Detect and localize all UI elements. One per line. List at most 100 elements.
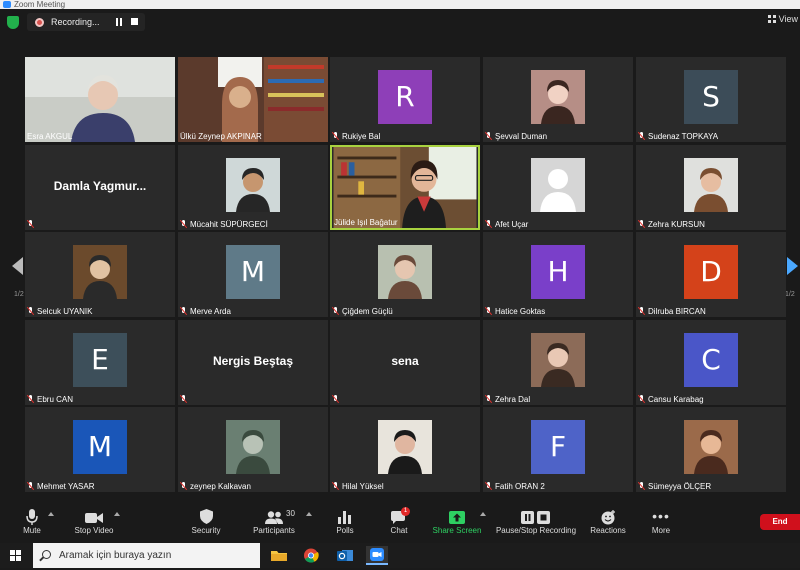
muted-microphone-icon [27,220,34,228]
participant-tile[interactable]: Mücahit SÜPÜRGECİ [178,145,328,230]
pause-recording-icon[interactable] [115,18,123,26]
participant-tile[interactable]: M Mehmet YASAR [25,407,175,492]
participant-avatar: M [226,245,280,299]
security-button[interactable]: Security [186,509,226,541]
window-title: Zoom Meeting [14,0,66,9]
participant-tile[interactable]: C Cansu Karabag [636,320,786,405]
participant-profile-photo [73,245,127,299]
participant-tile[interactable]: R Rukiye Bal [330,57,480,142]
participant-name-label: Dilruba BIRCAN [638,307,706,316]
recording-label: Recording... [51,17,100,27]
participant-name: Esra AKGUL [27,132,73,141]
share-screen-icon [449,511,465,524]
muted-microphone-icon [180,307,187,315]
participant-display-name: Damla Yagmur... [53,179,147,193]
chrome-icon[interactable] [300,546,322,565]
windows-start-icon[interactable] [10,550,21,561]
zoom-taskbar-icon[interactable] [366,546,388,565]
participant-name: Zehra KURSUN [648,220,705,229]
reactions-button[interactable]: Reactions [588,509,628,541]
audio-options-caret-icon[interactable] [48,512,54,516]
muted-microphone-icon [638,132,645,140]
participant-tile[interactable]: Esra AKGUL [25,57,175,142]
participant-name-label: Sümeyya ÖLÇER [638,482,711,491]
chat-button[interactable]: 1 Chat [384,507,414,541]
participant-tile[interactable]: Damla Yagmur... [25,145,175,230]
participant-tile[interactable]: Şevval Duman [483,57,633,142]
view-button[interactable]: View [767,14,798,24]
participant-tile[interactable]: E Ebru CAN [25,320,175,405]
search-icon [42,550,51,559]
participant-tile[interactable]: Zehra Dal [483,320,633,405]
chat-label: Chat [390,526,408,535]
participant-tile[interactable]: Selcuk UYANIK [25,232,175,317]
participant-profile-photo [684,158,738,212]
participant-profile-photo [378,420,432,474]
reactions-label: Reactions [590,526,626,535]
muted-microphone-icon [485,482,492,490]
top-bar: Recording... View [0,9,800,37]
participant-tile[interactable]: sena [330,320,480,405]
shield-icon [199,509,213,524]
muted-microphone-icon [180,482,187,490]
participant-tile[interactable]: Afet Uçar [483,145,633,230]
window-title-bar: Zoom Meeting [0,0,800,9]
chat-unread-badge: 1 [401,507,410,516]
participant-name-label: Fatih ORAN 2 [485,482,545,491]
stop-recording-icon[interactable] [131,18,138,25]
participant-profile-photo [531,70,585,124]
file-explorer-icon[interactable] [268,546,290,565]
participant-tile[interactable]: Hilal Yüksel [330,407,480,492]
muted-microphone-icon [332,482,339,490]
participant-avatar: H [531,245,585,299]
participant-name: Merve Arda [190,307,231,316]
previous-page-button[interactable]: 1/2 [0,245,28,305]
security-shield-icon[interactable] [7,16,19,29]
microphone-icon [26,509,38,525]
participant-tile[interactable]: Jülide Işıl Bağatur [330,145,480,230]
participant-tile[interactable]: Sümeyya ÖLÇER [636,407,786,492]
participant-tile[interactable]: M Merve Arda [178,232,328,317]
stop-video-button[interactable]: Stop Video [70,509,118,541]
participant-name: Rukiye Bal [342,132,381,141]
share-screen-button[interactable]: Share Screen [432,509,482,541]
polls-button[interactable]: Polls [330,509,360,541]
participant-name: Çiğdem Güçlü [342,307,393,316]
pause-stop-recording-button[interactable]: Pause/Stop Recording [494,509,578,541]
more-button[interactable]: ••• More [644,509,678,541]
stop-video-label: Stop Video [74,526,114,535]
participant-name: Selcuk UYANIK [37,307,93,316]
participant-name-label: Esra AKGUL [27,132,72,141]
participant-profile-photo [378,245,432,299]
muted-microphone-icon [638,220,645,228]
participant-name-label: Mücahit SÜPÜRGECİ [180,220,268,229]
participant-tile[interactable]: zeynep Kalkavan [178,407,328,492]
end-meeting-button[interactable]: End [760,514,800,530]
share-options-caret-icon[interactable] [480,512,486,516]
participant-tile[interactable]: Ülkü Zeynep AKPINAR [178,57,328,142]
participant-name: Mücahit SÜPÜRGECİ [190,220,268,229]
taskbar-search-box[interactable]: Aramak için buraya yazın [33,543,260,568]
participant-name: Ülkü Zeynep AKPINAR [180,132,262,141]
participants-options-caret-icon[interactable] [306,512,312,516]
participant-avatar: M [73,420,127,474]
security-label: Security [191,526,221,535]
participant-video [25,57,175,142]
participant-tile[interactable]: D Dilruba BIRCAN [636,232,786,317]
video-options-caret-icon[interactable] [114,512,120,516]
participants-label: Participants [253,526,295,535]
participant-tile[interactable]: Nergis Beştaş [178,320,328,405]
participant-tile[interactable]: Çiğdem Güçlü [330,232,480,317]
participant-tile[interactable]: H Hatice Goktas [483,232,633,317]
participant-name-label: Merve Arda [180,307,231,316]
participant-name-label: Çiğdem Güçlü [332,307,393,316]
polls-label: Polls [336,526,354,535]
mute-button[interactable]: Mute [18,509,46,541]
participant-tile[interactable]: Zehra KURSUN [636,145,786,230]
participant-name: Jülide Işıl Bağatur [334,218,398,227]
participant-tile[interactable]: S Sudenaz TOPKAYA [636,57,786,142]
outlook-icon[interactable] [334,546,356,565]
participant-name-label: Hilal Yüksel [332,482,384,491]
participants-button[interactable]: 30 Participants [250,509,298,541]
participant-tile[interactable]: F Fatih ORAN 2 [483,407,633,492]
